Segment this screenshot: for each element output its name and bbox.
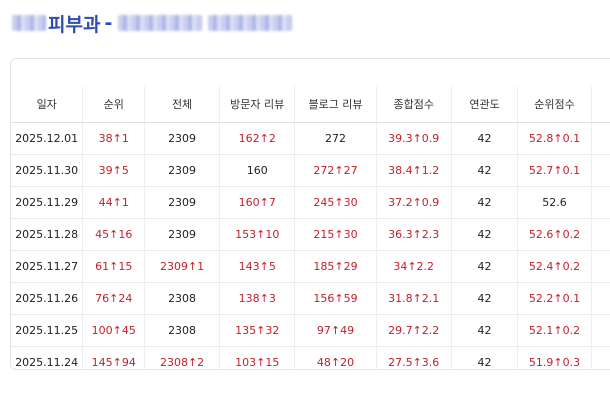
table-row: 2025.11.29 44↑1 2309 160↑7 245↑30 37.2↑0.9 42 5… <box>11 186 610 219</box>
cell-rank: 145↑94 <box>82 346 146 369</box>
cell-extra <box>591 218 610 251</box>
cell-relevance: 42 <box>451 282 519 315</box>
cell-extra <box>591 154 610 187</box>
cell-visitor-review: 153↑10 <box>219 218 296 251</box>
cell-date: 2025.11.30 <box>11 154 84 187</box>
cell-blog-review: 215↑30 <box>294 218 377 251</box>
cell-rank: 38↑1 <box>82 122 146 155</box>
cell-total-score: 36.3↑2.3 <box>376 218 452 251</box>
table-row: 2025.12.01 38↑1 2309 162↑2 272 39.3↑0.9 42 52.8… <box>11 122 610 155</box>
cell-total-score: 27.5↑3.6 <box>376 346 452 369</box>
cell-date: 2025.11.26 <box>11 282 84 315</box>
cell-blog-review: 245↑30 <box>294 186 377 219</box>
cell-extra <box>591 122 610 155</box>
cell-date: 2025.11.29 <box>11 186 84 219</box>
cell-extra <box>591 314 610 347</box>
cell-total: 2308 <box>144 282 220 315</box>
cell-rank: 45↑16 <box>82 218 146 251</box>
cell-blog-review: 97↑49 <box>294 314 377 347</box>
cell-date: 2025.11.25 <box>11 314 84 347</box>
cell-blog-review: 272 <box>294 122 377 155</box>
ranking-table-card: 일자 순위 전체 방문자 리뷰 블로그 리뷰 종합점수 연관도 순위점수 202… <box>10 58 610 370</box>
cell-total-score: 38.4↑1.2 <box>376 154 452 187</box>
cell-blog-review: 185↑29 <box>294 250 377 283</box>
cell-rank: 100↑45 <box>82 314 146 347</box>
cell-rank: 76↑24 <box>82 282 146 315</box>
redacted-text <box>12 15 46 31</box>
column-header-rank: 순위 <box>82 86 146 123</box>
redacted-text <box>208 15 293 31</box>
cell-visitor-review: 143↑5 <box>219 250 296 283</box>
cell-total: 2308↑2 <box>144 346 220 369</box>
cell-visitor-review: 160↑7 <box>219 186 296 219</box>
cell-relevance: 42 <box>451 122 519 155</box>
cell-relevance: 42 <box>451 154 519 187</box>
cell-rank-score: 52.8↑0.1 <box>517 122 592 155</box>
ranking-table: 일자 순위 전체 방문자 리뷰 블로그 리뷰 종합점수 연관도 순위점수 202… <box>11 86 610 369</box>
cell-rank-score: 52.6↑0.2 <box>517 218 592 251</box>
column-header-relevance: 연관도 <box>451 86 519 123</box>
cell-total: 2308 <box>144 314 220 347</box>
table-row: 2025.11.30 39↑5 2309 160 272↑27 38.4↑1.2 42 52.… <box>11 154 610 187</box>
cell-visitor-review: 162↑2 <box>219 122 296 155</box>
cell-rank-score: 51.9↑0.3 <box>517 346 592 369</box>
cell-total: 2309 <box>144 186 220 219</box>
cell-extra <box>591 282 610 315</box>
cell-relevance: 42 <box>451 314 519 347</box>
cell-total: 2309 <box>144 122 220 155</box>
column-header-rank-score: 순위점수 <box>517 86 592 123</box>
cell-date: 2025.11.28 <box>11 218 84 251</box>
cell-visitor-review: 103↑15 <box>219 346 296 369</box>
cell-blog-review: 156↑59 <box>294 282 377 315</box>
cell-visitor-review: 160 <box>219 154 296 187</box>
cell-rank: 39↑5 <box>82 154 146 187</box>
cell-relevance: 42 <box>451 218 519 251</box>
cell-extra <box>591 250 610 283</box>
column-header-date: 일자 <box>11 86 84 123</box>
column-header-total-score: 종합점수 <box>376 86 452 123</box>
table-header-row: 일자 순위 전체 방문자 리뷰 블로그 리뷰 종합점수 연관도 순위점수 <box>11 86 610 123</box>
cell-total-score: 37.2↑0.9 <box>376 186 452 219</box>
cell-blog-review: 272↑27 <box>294 154 377 187</box>
cell-rank: 61↑15 <box>82 250 146 283</box>
cell-date: 2025.11.27 <box>11 250 84 283</box>
cell-extra <box>591 346 610 369</box>
cell-rank-score: 52.7↑0.1 <box>517 154 592 187</box>
column-header-blog-review: 블로그 리뷰 <box>294 86 377 123</box>
cell-relevance: 42 <box>451 250 519 283</box>
cell-rank-score: 52.1↑0.2 <box>517 314 592 347</box>
table-row: 2025.11.26 76↑24 2308 138↑3 156↑59 31.8↑2.1 42… <box>11 282 610 315</box>
column-header-visitor-review: 방문자 리뷰 <box>219 86 296 123</box>
cell-rank-score: 52.2↑0.1 <box>517 282 592 315</box>
cell-total-score: 29.7↑2.2 <box>376 314 452 347</box>
cell-relevance: 42 <box>451 346 519 369</box>
page-header: 피부과 - <box>12 8 293 38</box>
cell-total-score: 31.8↑2.1 <box>376 282 452 315</box>
cell-total-score: 34↑2.2 <box>376 250 452 283</box>
cell-rank-score: 52.6 <box>517 186 592 219</box>
cell-total: 2309 <box>144 218 220 251</box>
table-row: 2025.11.27 61↑15 2309↑1 143↑5 185↑29 34↑2.2 42… <box>11 250 610 283</box>
table-row: 2025.11.28 45↑16 2309 153↑10 215↑30 36.3↑2.3 4… <box>11 218 610 251</box>
cell-blog-review: 48↑20 <box>294 346 377 369</box>
column-header-extra <box>591 86 610 123</box>
cell-total: 2309 <box>144 154 220 187</box>
cell-extra <box>591 186 610 219</box>
cell-total: 2309↑1 <box>144 250 220 283</box>
table-row: 2025.11.25 100↑45 2308 135↑32 97↑49 29.7↑2.2 4… <box>11 314 610 347</box>
cell-total-score: 39.3↑0.9 <box>376 122 452 155</box>
cell-relevance: 42 <box>451 186 519 219</box>
cell-rank: 44↑1 <box>82 186 146 219</box>
cell-visitor-review: 135↑32 <box>219 314 296 347</box>
cell-date: 2025.12.01 <box>11 122 84 155</box>
cell-visitor-review: 138↑3 <box>219 282 296 315</box>
redacted-text <box>118 15 203 31</box>
cell-rank-score: 52.4↑0.2 <box>517 250 592 283</box>
column-header-total: 전체 <box>144 86 220 123</box>
cell-date: 2025.11.24 <box>11 346 84 369</box>
page-title: 피부과 <box>48 13 101 36</box>
title-separator: - <box>104 12 113 34</box>
table-row: 2025.11.24 145↑94 2308↑2 103↑15 48↑20 27.5↑3.… <box>11 346 610 369</box>
